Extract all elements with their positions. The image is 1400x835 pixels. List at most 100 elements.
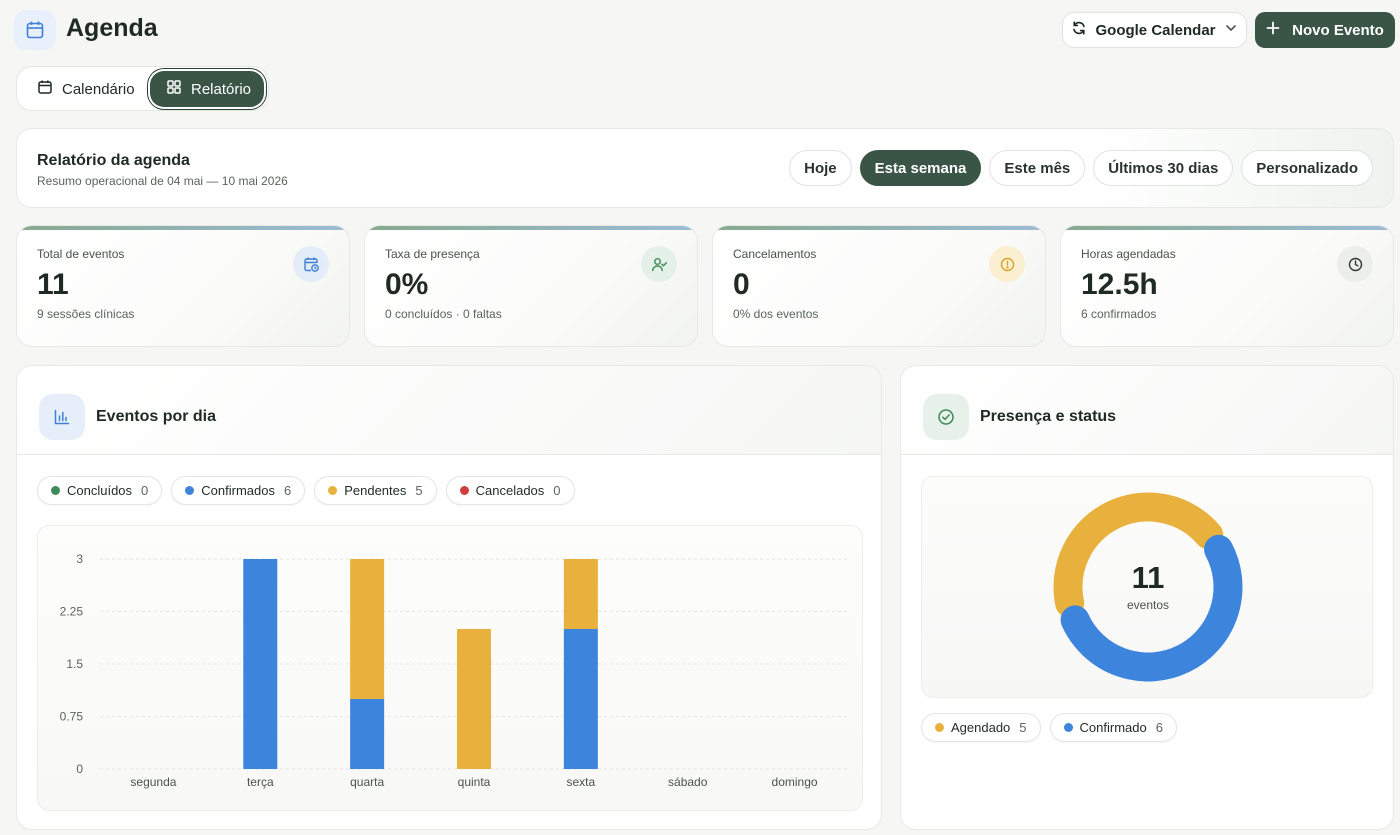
report-header: Relatório da agenda Resumo operacional d… [16,128,1394,208]
range-este-mes-button[interactable]: Este mês [989,150,1086,186]
stat-value: 12.5h [1081,268,1158,301]
stat-label: Horas agendadas [1081,247,1176,261]
legend-dot [459,486,469,495]
legend-label: Pendentes [344,483,407,498]
stat-subtext: 0 concluídos · 0 faltas [385,307,502,321]
stat-subtext: 6 confirmados [1081,307,1157,321]
panel-title: Eventos por dia [96,408,217,425]
x-tick-label: domingo [772,775,818,789]
tab-calendario[interactable]: Calendário [21,71,151,107]
legend-confirmado[interactable]: Confirmado 6 [1049,713,1177,742]
chevron-down-icon [1224,21,1238,39]
range-esta-semana-button[interactable]: Esta semana [859,150,982,186]
y-tick-label: 1.5 [66,657,83,671]
tab-relatorio[interactable]: Relatório [150,71,264,107]
status-legend: Agendado 5 Confirmado 6 [921,713,1177,742]
range-hoje-button[interactable]: Hoje [789,150,852,186]
tab-label: Calendário [62,80,135,98]
panel-title: Presença e status [980,408,1117,425]
bar-confirmados [243,559,278,769]
events-per-day-panel: Eventos por dia Concluídos 0 Confirmados… [16,365,882,830]
bar-chart-icon [39,394,85,440]
legend-count: 5 [415,483,423,498]
bar-pendentes [563,559,598,629]
legend-dot [935,723,944,732]
plus-icon [1266,21,1280,39]
alert-circle-icon [989,246,1025,282]
panel-header: Eventos por dia [17,366,881,455]
user-check-icon [641,246,677,282]
legend-confirmados[interactable]: Confirmados 6 [171,476,306,505]
donut-center-label: eventos [1126,598,1170,612]
stat-value: 0% [385,268,429,301]
bar-confirmados [563,629,598,769]
view-tabs: Calendário Relatório [16,66,269,111]
tab-label: Relatório [191,80,252,98]
y-tick-label: 0.75 [60,710,84,724]
x-tick-label: sábado [668,775,708,789]
calendar-sync-dropdown[interactable]: Google Calendar [1062,12,1247,48]
report-subtitle: Resumo operacional de 04 mai — 10 mai 20… [37,174,288,188]
legend-label: Concluídos [67,483,133,498]
new-event-label: Novo Evento [1292,21,1384,39]
y-tick-label: 3 [76,552,83,566]
legend-label: Cancelados [475,483,545,498]
y-tick-label: 2.25 [60,605,84,619]
calendar-icon [37,79,53,99]
events-bar-chart-container: 0 0.75 1.5 2.25 3 segunda terça quarta quinta sex… [37,525,863,811]
bar-confirmados [350,699,385,769]
status-donut-container: 11 eventos [921,476,1373,698]
stat-card-total-eventos: Total de eventos 11 9 sessões clínicas [16,225,350,347]
legend-label: Agendado [951,720,1011,735]
bar-pendentes [457,629,491,769]
report-title: Relatório da agenda [37,152,190,169]
stat-card-horas-agendadas: Horas agendadas 12.5h 6 confirmados [1060,225,1394,347]
legend-count: 6 [283,483,292,498]
stat-label: Taxa de presença [385,247,480,261]
y-tick-label: 0 [76,762,83,776]
legend-count: 0 [141,483,149,498]
legend-label: Confirmado [1079,720,1147,735]
legend-pendentes[interactable]: Pendentes 5 [314,476,437,505]
stat-label: Cancelamentos [733,247,817,261]
legend-count: 6 [1155,720,1163,735]
check-circle-icon [923,394,969,440]
refresh-icon [1071,20,1087,40]
new-event-button[interactable]: Novo Evento [1255,12,1395,48]
legend-label: Confirmados [201,483,275,498]
stat-value: 11 [37,268,69,301]
status-panel: Presença e status 11 eventos Agendado 5 … [900,365,1394,830]
chart-legend: Concluídos 0 Confirmados 6 Pendentes 5 C… [37,476,575,505]
legend-count: 0 [553,483,561,498]
calendar-icon [14,10,56,50]
stat-card-taxa-presenca: Taxa de presença 0% 0 concluídos · 0 fal… [364,225,698,347]
legend-cancelados[interactable]: Cancelados 0 [445,476,575,505]
legend-concluidos[interactable]: Concluídos 0 [37,476,163,505]
calendar-clock-icon [293,246,329,282]
clock-icon [1337,246,1373,282]
range-personalizado-button[interactable]: Personalizado [1241,150,1373,186]
top-bar: Agenda Google Calendar Novo Evento [0,0,1400,60]
legend-dot [185,486,195,495]
legend-dot [328,486,338,495]
range-ultimos-30-dias-button[interactable]: Últimos 30 dias [1093,150,1234,186]
x-tick-label: quinta [458,775,491,789]
x-tick-label: segunda [130,775,176,789]
legend-count: 5 [1019,720,1027,735]
stat-subtext: 9 sessões clínicas [37,307,135,321]
legend-agendado[interactable]: Agendado 5 [921,713,1041,742]
panel-header: Presença e status [901,366,1393,455]
legend-dot [1063,723,1073,732]
x-tick-label: terça [247,775,274,789]
bar-pendentes [350,559,385,699]
stat-subtext: 0% dos eventos [733,307,819,321]
stat-value: 0 [733,268,750,301]
page-title: Agenda [66,14,158,42]
stat-card-cancelamentos: Cancelamentos 0 0% dos eventos [712,225,1046,347]
legend-dot [51,486,60,495]
events-bar-chart: 0 0.75 1.5 2.25 3 segunda terça quarta quinta sex… [60,552,848,789]
date-range-selector: Hoje Esta semana Este mês Últimos 30 dia… [789,150,1373,186]
grid-icon [166,79,182,99]
stat-label: Total de eventos [37,247,125,261]
x-tick-label: quarta [350,775,384,789]
